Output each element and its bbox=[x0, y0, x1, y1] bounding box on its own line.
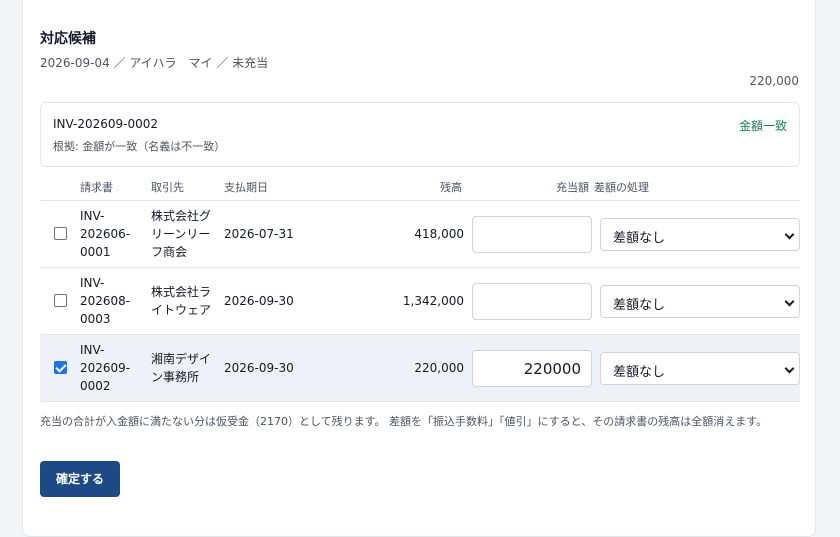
match-card[interactable]: INV-202609-0002 根拠: 金額が一致（名義は不一致） 金額一致 bbox=[40, 102, 800, 167]
header-invoice: 請求書 bbox=[80, 181, 113, 194]
diff-select-value: 差額なし bbox=[613, 231, 666, 246]
table-row: INV- 202609- 0002 湘南デザイ ン事務所 2026-09-30 … bbox=[40, 335, 800, 402]
allocation-note: 充当の合計が入金額に満たない分は仮受金（2170）として残ります。 差額を「振込… bbox=[40, 415, 768, 428]
payment-amount: 220,000 bbox=[749, 74, 799, 88]
header-balance: 残高 bbox=[440, 181, 462, 194]
client-name: 株式会社グ リーンリー フ商会 bbox=[151, 209, 212, 259]
payment-summary: 2026-09-04 ／ アイハラ マイ ／ 未充当 bbox=[40, 56, 269, 70]
match-invoice: INV-202609-0002 bbox=[53, 117, 159, 131]
table-row: INV- 202608- 0003 株式会社ラ イトウェア 2026-09-30… bbox=[40, 268, 800, 335]
row-checkbox[interactable] bbox=[54, 227, 67, 240]
allocation-input[interactable]: 220000 bbox=[472, 350, 592, 387]
balance: 220,000 bbox=[414, 361, 464, 375]
allocation-input[interactable] bbox=[472, 216, 592, 253]
due-date: 2026-09-30 bbox=[224, 294, 294, 308]
row-checkbox[interactable] bbox=[54, 294, 67, 307]
due-date: 2026-07-31 bbox=[224, 227, 294, 241]
invoice-number: INV- 202608- 0003 bbox=[80, 276, 131, 326]
client-name: 湘南デザイ ン事務所 bbox=[151, 352, 212, 384]
chevron-down-icon bbox=[784, 363, 795, 374]
allocation-input[interactable] bbox=[472, 283, 592, 320]
chevron-down-icon bbox=[784, 229, 795, 240]
header-client: 取引先 bbox=[151, 181, 184, 194]
diff-select-value: 差額なし bbox=[613, 298, 666, 313]
due-date: 2026-09-30 bbox=[224, 361, 294, 375]
balance: 1,342,000 bbox=[402, 294, 464, 308]
diff-select[interactable]: 差額なし bbox=[600, 285, 800, 318]
invoice-number: INV- 202606- 0001 bbox=[80, 209, 131, 259]
diff-select[interactable]: 差額なし bbox=[600, 352, 800, 385]
diff-select[interactable]: 差額なし bbox=[600, 218, 800, 251]
balance: 418,000 bbox=[414, 227, 464, 241]
header-due: 支払期日 bbox=[224, 181, 268, 194]
chevron-down-icon bbox=[784, 296, 795, 307]
match-status-badge: 金額一致 bbox=[738, 119, 787, 133]
candidates-panel: 対応候補 2026-09-04 ／ アイハラ マイ ／ 未充当 220,000 … bbox=[22, 0, 816, 537]
invoice-number: INV- 202609- 0002 bbox=[80, 343, 131, 393]
panel-title: 対応候補 bbox=[40, 31, 96, 47]
header-diff: 差額の処理 bbox=[594, 181, 649, 194]
client-name: 株式会社ラ イトウェア bbox=[151, 285, 212, 317]
diff-select-value: 差額なし bbox=[613, 365, 666, 380]
match-basis: 根拠: 金額が一致（名義は不一致） bbox=[53, 140, 226, 153]
row-checkbox[interactable] bbox=[54, 361, 67, 374]
header-allocation: 充当額 bbox=[556, 181, 589, 194]
confirm-button[interactable]: 確定する bbox=[40, 461, 120, 497]
table-row: INV- 202606- 0001 株式会社グ リーンリー フ商会 2026-0… bbox=[40, 201, 800, 268]
